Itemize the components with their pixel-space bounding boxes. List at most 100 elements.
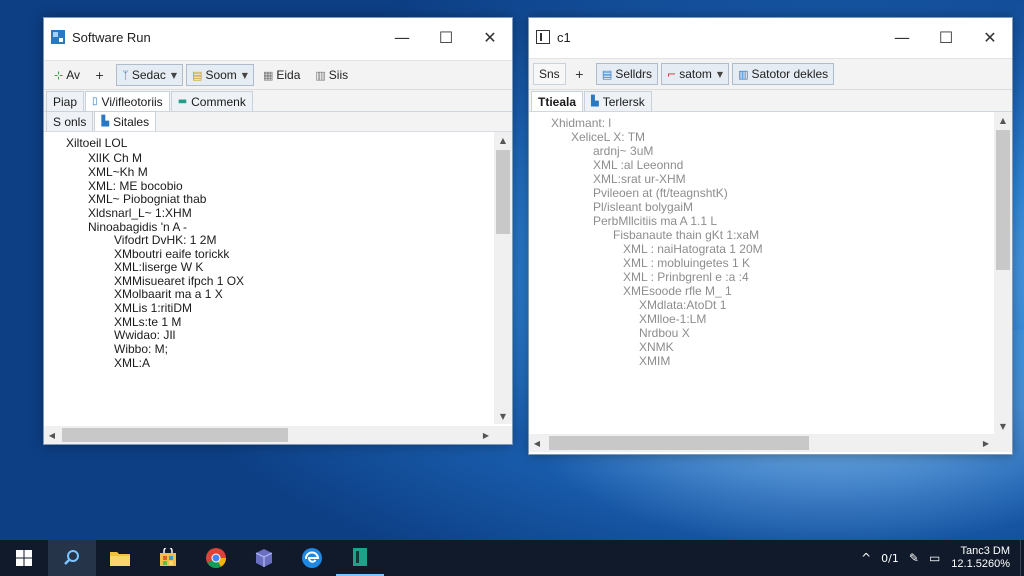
tree-node[interactable]: Pvileoen at (ft/teagnshtK) [593, 186, 728, 200]
close-button[interactable]: ✕ [468, 18, 512, 56]
maximize-button[interactable]: ☐ [924, 18, 968, 56]
windows-start-icon[interactable] [0, 540, 48, 576]
grid-icon: ▦ [262, 68, 274, 82]
caption-buttons: — ☐ ✕ [380, 18, 512, 56]
tab-piap[interactable]: Piap [46, 91, 85, 111]
tree-node[interactable]: ardnj~ 3uM [593, 144, 653, 158]
tree-node[interactable]: XML~ Piobogniat thab [88, 192, 206, 206]
package-app-icon[interactable] [240, 540, 288, 576]
tree-node[interactable]: XMlloe-1:LM [639, 312, 706, 326]
pen-icon[interactable]: ✎ [909, 551, 919, 565]
toolbar-dropdown-sedac[interactable]: ᛉ Sedac ▼ [116, 64, 184, 86]
left-titlebar[interactable]: Software Run — ☐ ✕ [44, 18, 512, 56]
tree-node[interactable]: XMLs:te 1 M [114, 315, 181, 329]
scroll-up-icon[interactable]: ▲ [994, 112, 1012, 128]
search-icon[interactable] [48, 540, 96, 576]
tab-commenk[interactable]: ▬ Commenk [170, 91, 253, 111]
tree-node[interactable]: Xiltoeil LOL [66, 136, 127, 150]
tree-node[interactable]: XeliceL X: TM [571, 130, 645, 144]
tree-node[interactable]: XMboutri eaife torickk [114, 247, 229, 261]
tree-node[interactable]: Wibbo: M; [114, 342, 168, 356]
tree-node[interactable]: XML : Prinbgrenl e :a :4 [623, 270, 749, 284]
toolbar-button-siis[interactable]: ▥ Siis [309, 64, 354, 86]
tree-node[interactable]: PerbMllcitiis ma A 1.1 L [593, 214, 717, 228]
toolbar-button-add[interactable]: + [89, 64, 113, 86]
scroll-thumb[interactable] [62, 428, 288, 442]
tree-node[interactable]: Fisbanaute thain gKt 1:xaM [613, 228, 759, 242]
tray-indicator[interactable]: 0/1 [881, 552, 899, 565]
scroll-thumb[interactable] [996, 130, 1010, 270]
maximize-button[interactable]: ☐ [424, 18, 468, 56]
right-titlebar[interactable]: c1 — ☐ ✕ [529, 18, 1012, 56]
tree-node[interactable]: XMEsoode rfle M_ 1 [623, 284, 732, 298]
scroll-thumb[interactable] [496, 150, 510, 234]
tree-node[interactable]: Vifodrt DvHK: 1 2M [114, 233, 216, 247]
subtab-sonls[interactable]: S onls [46, 111, 94, 131]
tab-vifleotoriis[interactable]: ▯ Vi/ifleotoriis [85, 91, 170, 111]
notification-icon[interactable]: ▭ [929, 551, 940, 565]
scroll-thumb[interactable] [549, 436, 809, 450]
tree-node[interactable]: XMMisuearet ifpch 1 OX [114, 274, 244, 288]
toolbar-button-av[interactable]: ⊹ Av [48, 64, 86, 86]
scroll-left-icon[interactable]: ◀ [44, 431, 60, 440]
toolbar-label: Selldrs [615, 67, 652, 81]
toolbar-button-sns[interactable]: Sns [533, 63, 566, 85]
toolbar-dropdown-soom[interactable]: ▤ Soom ▼ [186, 64, 254, 86]
toolbar-dropdown-satom[interactable]: ⌐ satom ▼ [661, 63, 730, 85]
chrome-icon[interactable] [192, 540, 240, 576]
toolbar-button-selldrs[interactable]: ▤ Selldrs [595, 63, 658, 85]
tree-node[interactable]: XMdlata:AtoDt 1 [639, 298, 726, 312]
close-button[interactable]: ✕ [968, 18, 1012, 56]
tree-node[interactable]: XML:srat ur-XHM [593, 172, 686, 186]
tree-node[interactable]: Nrdbou X [639, 326, 690, 340]
vertical-scrollbar[interactable]: ▲ ▼ [994, 112, 1012, 434]
horizontal-scrollbar[interactable]: ◀ ▶ [44, 426, 512, 444]
right-window[interactable]: c1 — ☐ ✕ Sns + ▤ Selldrs ⌐ satom ▼ ▥ Satotor… [528, 17, 1013, 455]
toolbar-button-add[interactable]: + [569, 63, 593, 85]
store-icon[interactable] [144, 540, 192, 576]
toolbar-button-satotor-dekles[interactable]: ▥ Satotor dekles [732, 63, 835, 85]
panel-icon: ▯ [92, 96, 98, 107]
tree-node[interactable]: Xhidmant: l [551, 116, 611, 130]
tab-ttieala[interactable]: Ttieala [531, 91, 584, 111]
scroll-down-icon[interactable]: ▼ [494, 408, 512, 424]
tree-node[interactable]: XML~Kh M [88, 165, 148, 179]
tree-node[interactable]: Wwidao: JIl [114, 328, 175, 342]
tree-node[interactable]: Pl/isleant bolygaiM [593, 200, 693, 214]
chevron-up-icon[interactable]: ^ [861, 551, 871, 565]
tree-node[interactable]: XML : mobluingetes 1 K [623, 256, 750, 270]
tree-node[interactable]: Xldsnarl_L~ 1:XHM [88, 206, 192, 220]
terminal-app-icon[interactable] [336, 540, 384, 576]
tree-node[interactable]: XML:liserge W K [114, 260, 203, 274]
tree-node[interactable]: XMLis 1:ritiDM [114, 301, 192, 315]
toolbar-label: Satotor dekles [751, 67, 829, 81]
minimize-button[interactable]: — [380, 18, 424, 56]
clock[interactable]: Tanc3 DM 12.1.5260% [951, 545, 1010, 571]
tree-node[interactable]: XMIM [639, 354, 670, 368]
toolbar-button-eida[interactable]: ▦ Eida [257, 64, 306, 86]
vertical-scrollbar[interactable]: ▲ ▼ [494, 132, 512, 424]
minimize-button[interactable]: — [880, 18, 924, 56]
file-explorer-icon[interactable] [96, 540, 144, 576]
horizontal-scrollbar[interactable]: ◀ ▶ [529, 434, 1012, 452]
tree-node[interactable]: XNMK [639, 340, 674, 354]
subtab-sitales[interactable]: ▙ Sitales [94, 111, 157, 131]
scroll-down-icon[interactable]: ▼ [994, 418, 1012, 434]
tree-node[interactable]: XlIK Ch M [88, 151, 142, 165]
tree-node[interactable]: Ninoabagidis 'n A - [88, 220, 187, 234]
tree-node[interactable]: XML:A [114, 356, 150, 370]
tree-node[interactable]: XML :al Leeonnd [593, 158, 683, 172]
scroll-up-icon[interactable]: ▲ [494, 132, 512, 148]
scroll-left-icon[interactable]: ◀ [529, 439, 545, 448]
scroll-right-icon[interactable]: ▶ [978, 439, 994, 448]
scroll-right-icon[interactable]: ▶ [478, 431, 494, 440]
window-title: Software Run [72, 29, 151, 45]
edge-icon[interactable] [288, 540, 336, 576]
left-window[interactable]: Software Run — ☐ ✕ ⊹ Av + ᛉ Sedac ▼ ▤ Soom ▼ … [43, 17, 513, 445]
tree-node[interactable]: XMolbaarit ma a 1 X [114, 287, 223, 301]
tree-node[interactable]: XML : naiHatograta 1 20M [623, 242, 763, 256]
tree-node[interactable]: XML: ME bocobio [88, 179, 183, 193]
tab-terlersk[interactable]: ▙ Terlersk [584, 91, 652, 111]
clock-time: Tanc3 DM [960, 545, 1010, 557]
show-desktop-button[interactable] [1020, 540, 1024, 576]
